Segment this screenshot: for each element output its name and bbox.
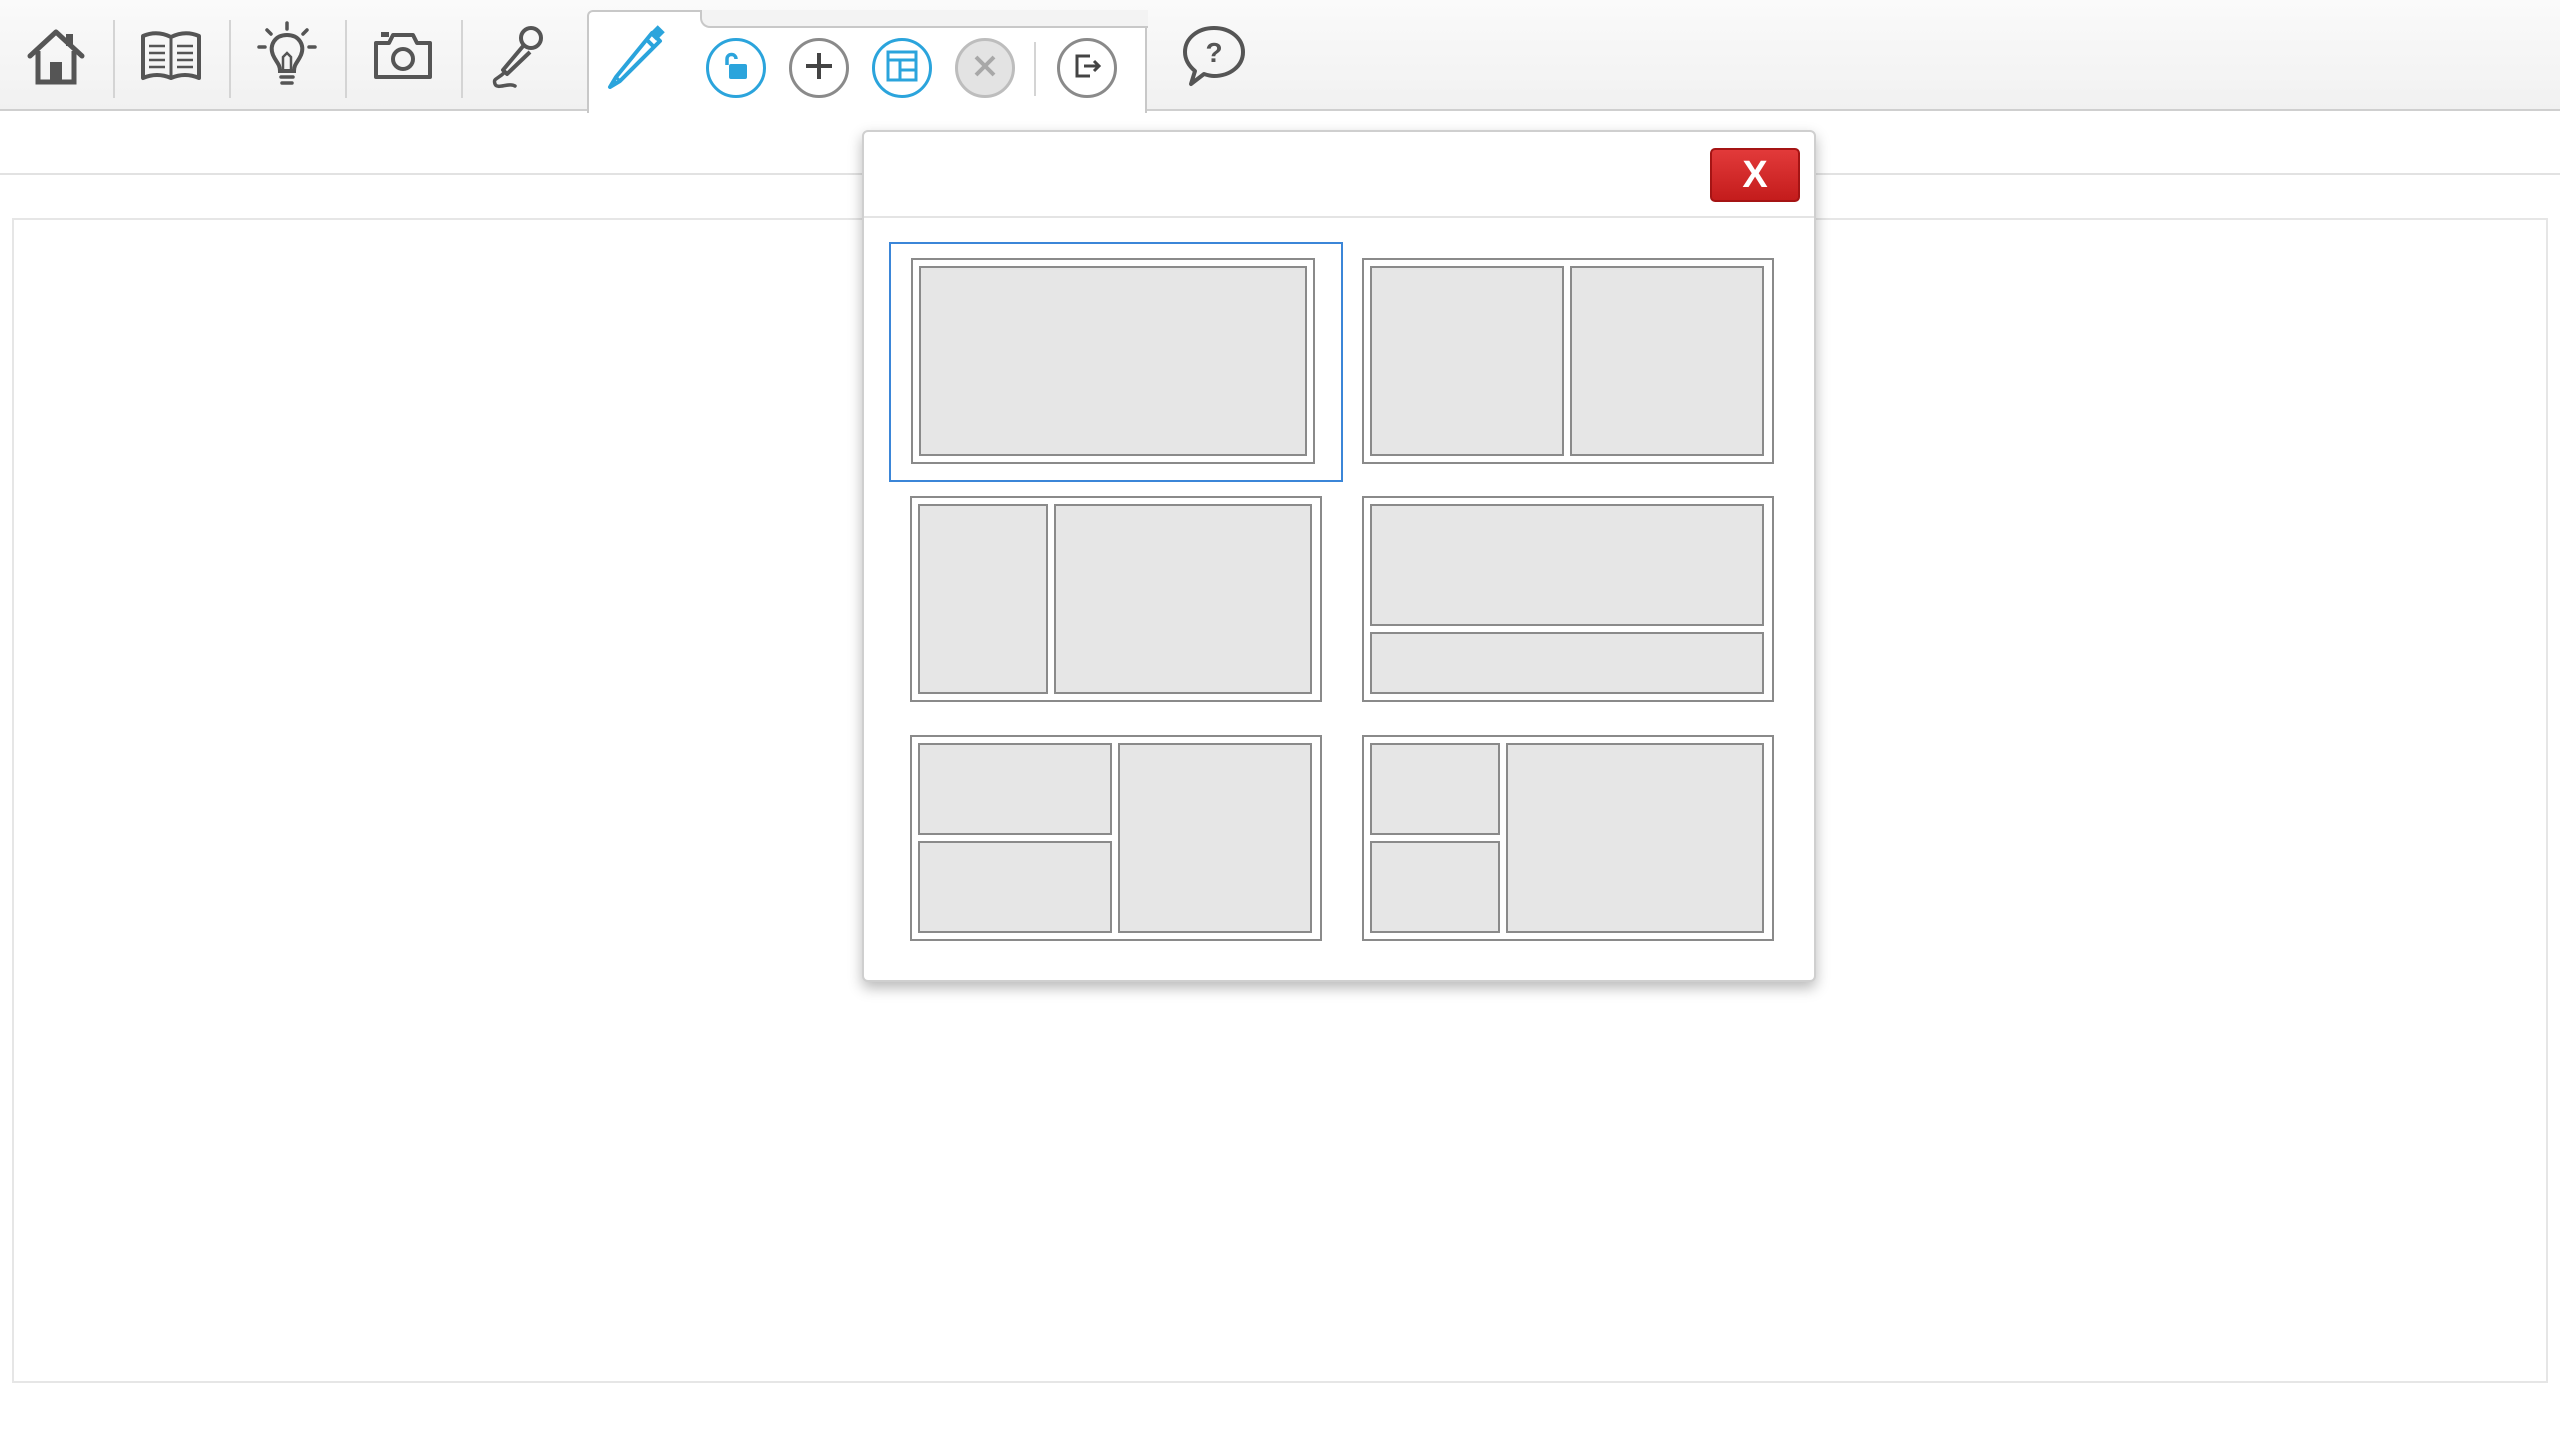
delete-button[interactable] [955,38,1015,98]
layout-cell [1370,841,1500,933]
layout-button[interactable] [872,38,932,98]
layout-cell [1370,632,1764,694]
exit-icon [1070,49,1104,88]
layout-icon [885,49,919,88]
toolbar-divider [113,20,115,98]
layout-cell [918,841,1112,933]
layout-cell [1506,743,1764,933]
toolbar-divider [461,20,463,98]
layout-cell [1118,743,1312,933]
book-button[interactable] [121,8,221,104]
layout-cell [1370,504,1764,626]
close-dialog-button[interactable]: X [1710,148,1800,202]
layout-cell [1370,743,1500,835]
layout-cell [1054,504,1312,694]
layout-cell [918,504,1048,694]
layout-cell [1570,266,1764,456]
layout-option-two-columns[interactable] [1362,258,1774,464]
toolbar-divider [345,20,347,98]
close-icon [972,53,998,84]
camera-icon [371,29,435,83]
dialog-header: X [864,132,1814,218]
add-button[interactable] [789,38,849,98]
book-icon [139,28,203,84]
help-icon: ? [1181,24,1247,88]
layout-cell [918,743,1112,835]
layout-option-stacked-left[interactable] [910,735,1322,941]
ideas-button[interactable] [237,8,337,104]
help-button[interactable]: ? [1164,8,1264,104]
toolbar-divider [229,20,231,98]
layout-option-narrow-left[interactable] [910,496,1322,702]
unlock-button[interactable] [706,38,766,98]
pencil-icon [602,25,668,91]
layout-cell [1370,266,1564,456]
microphone-icon [487,22,551,90]
exit-button[interactable] [1057,38,1117,98]
microphone-button[interactable] [469,8,569,104]
edit-button[interactable] [585,10,685,106]
home-button[interactable] [6,8,106,104]
home-icon [24,24,88,88]
main-toolbar: ? [0,0,2560,113]
layout-option-top-bottom[interactable] [1362,496,1774,702]
layout-picker-dialog: X [862,130,1816,982]
plus-icon [803,50,835,87]
layout-cell [919,266,1307,456]
svg-text:?: ? [1205,37,1222,68]
lightbulb-icon [255,21,319,91]
layout-option-small-stacked-left[interactable] [1362,735,1774,941]
edit-tab-shoulder [700,10,1148,28]
unlock-icon [719,49,753,88]
layout-option-single[interactable] [911,258,1315,464]
toolbar-divider [1034,42,1036,96]
camera-button[interactable] [353,8,453,104]
